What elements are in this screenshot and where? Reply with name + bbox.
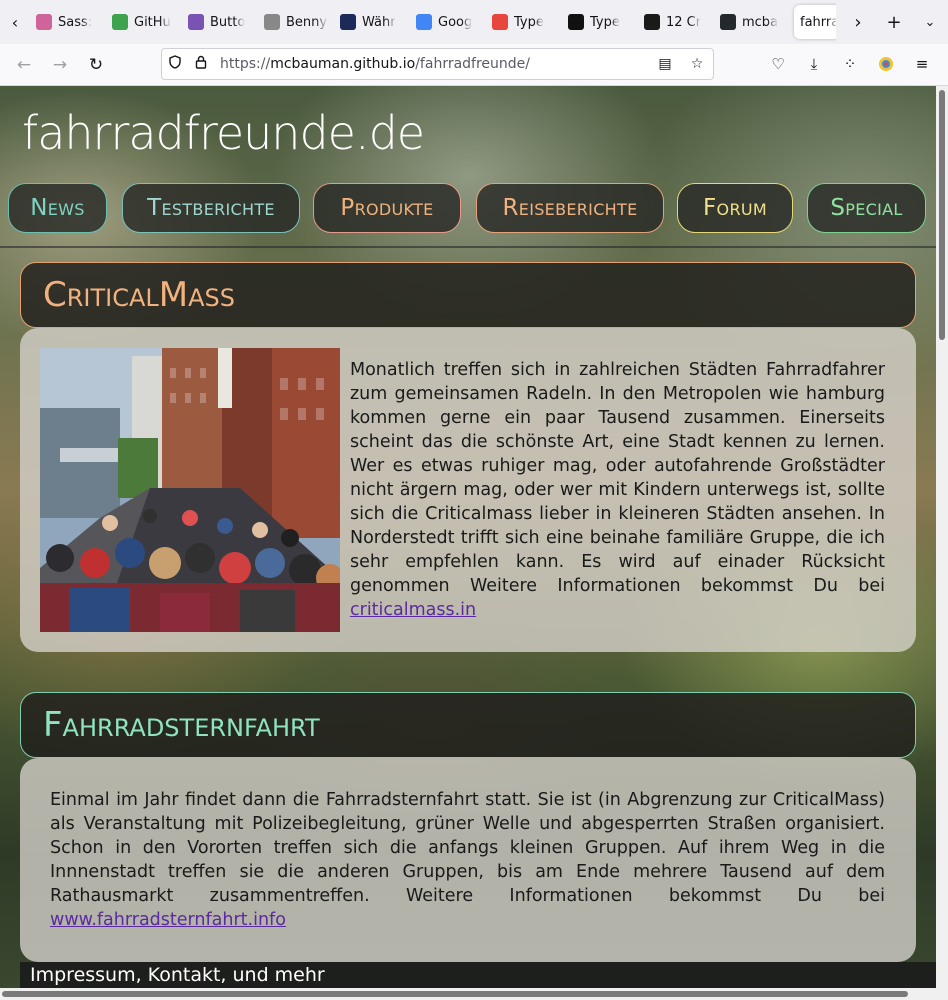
tab[interactable]: Butto [182, 5, 258, 39]
github-icon [720, 14, 736, 30]
list-all-tabs-button[interactable]: ⌄ [912, 15, 948, 30]
forward-button[interactable]: → [42, 49, 78, 81]
page-viewport: fahrradfreunde.de News Testberichte Produk… [0, 86, 936, 988]
tab-label: Benny's [286, 14, 328, 30]
article-body-fahrradsternfahrt: Einmal im Jahr findet dann die Fahrradst… [20, 758, 916, 962]
page-icon [264, 14, 280, 30]
horizontal-scrollbar[interactable] [0, 988, 948, 1000]
new-tab-button[interactable]: + [876, 12, 912, 33]
url-text: https://mcbauman.github.io/fahrradfreund… [220, 56, 531, 72]
nav-item-special[interactable]: Special [807, 183, 926, 233]
critical-mass-photo [40, 348, 340, 632]
criticalmass-link[interactable]: criticalmass.in [350, 600, 476, 620]
back-button[interactable]: ← [6, 49, 42, 81]
tab[interactable]: 12 Cr [638, 5, 714, 39]
vertical-scrollbar-thumb[interactable] [939, 90, 945, 340]
bootstrap-icon [188, 14, 204, 30]
shield-icon[interactable] [162, 55, 188, 73]
tab[interactable]: Sass: [30, 5, 106, 39]
lock-icon[interactable] [188, 55, 214, 73]
tab-label: Butto [210, 14, 246, 30]
nav-divider [0, 246, 936, 248]
typescale-icon [568, 14, 584, 30]
nav-item-produkte[interactable]: Produkte [313, 183, 461, 233]
horizontal-scrollbar-thumb[interactable] [2, 991, 908, 997]
tab-label: Währ [362, 14, 396, 30]
tab-label: 12 Cr [666, 14, 702, 30]
google-translate-icon [416, 14, 432, 30]
url-bar[interactable]: https://mcbauman.github.io/fahrradfreund… [161, 48, 714, 80]
reader-view-icon[interactable]: ▤ [649, 56, 681, 72]
tab[interactable]: GitHu [106, 5, 182, 39]
codrops-icon [644, 14, 660, 30]
footer: Impressum, Kontakt, und mehr [20, 962, 936, 988]
tabs-scroll-right-button[interactable]: › [840, 12, 876, 33]
tab[interactable]: Type [486, 5, 562, 39]
tab[interactable]: mcba [714, 5, 790, 39]
sass-icon [36, 14, 52, 30]
tab-label: Sass: [58, 14, 93, 30]
tab-label: Type [514, 14, 544, 30]
tabs-scroll-left-button[interactable]: ‹ [0, 0, 30, 44]
article-heading-criticalmass: CriticalMass [20, 262, 916, 328]
bookmark-star-icon[interactable]: ☆ [681, 56, 713, 72]
nav-item-forum[interactable]: Forum [677, 183, 793, 233]
tab-list: Sass: GitHu Butto Benny's Währ Goog Type Type 12… [30, 0, 836, 44]
nav-item-testberichte[interactable]: Testberichte [122, 183, 300, 233]
site-title: fahrradfreunde.de [22, 106, 425, 160]
asterisk-icon [492, 14, 508, 30]
nav-item-news[interactable]: News [8, 183, 107, 233]
tab[interactable]: Benny's [258, 5, 334, 39]
tab[interactable]: Type [562, 5, 638, 39]
tab-bar: ‹ Sass: GitHu Butto Benny's Währ Goog Type Type… [0, 0, 948, 44]
vertical-scrollbar[interactable] [936, 86, 948, 988]
nav-item-reiseberichte[interactable]: Reiseberichte [476, 183, 664, 233]
app-menu-icon[interactable]: ≡ [904, 48, 940, 80]
article-text-fahrradsternfahrt: Einmal im Jahr findet dann die Fahrradst… [50, 790, 885, 930]
reload-button[interactable]: ↻ [78, 49, 114, 81]
xe-currency-icon [340, 14, 356, 30]
article-body-criticalmass: Monatlich treffen sich in zahlreichen St… [20, 328, 916, 652]
account-avatar-icon[interactable] [868, 48, 904, 80]
tab[interactable]: Goog [410, 5, 486, 39]
downloads-icon[interactable]: ⤓ [796, 48, 832, 80]
tab-label: fahrra [800, 14, 836, 30]
tab-label: GitHu [134, 14, 171, 30]
tab[interactable]: Währ [334, 5, 410, 39]
pocket-icon[interactable]: ♡ [760, 48, 796, 80]
main-navigation: News Testberichte Produkte Reiseberichte For… [8, 183, 926, 233]
navigation-toolbar: ← → ↻ https://mcbauman.github.io/fahrrad… [0, 44, 948, 86]
extensions-icon[interactable]: ⁘ [832, 48, 868, 80]
tab-label: Goog [438, 14, 473, 30]
article-text-criticalmass: Monatlich treffen sich in zahlreichen St… [350, 360, 885, 620]
tab-active[interactable]: fahrra× [794, 5, 836, 39]
tab-label: mcba [742, 14, 779, 30]
fahrradsternfahrt-link[interactable]: www.fahrradsternfahrt.info [50, 910, 286, 930]
tab-label: Type [590, 14, 620, 30]
article-heading-fahrradsternfahrt: Fahrradsternfahrt [20, 692, 916, 758]
github-icon [112, 14, 128, 30]
